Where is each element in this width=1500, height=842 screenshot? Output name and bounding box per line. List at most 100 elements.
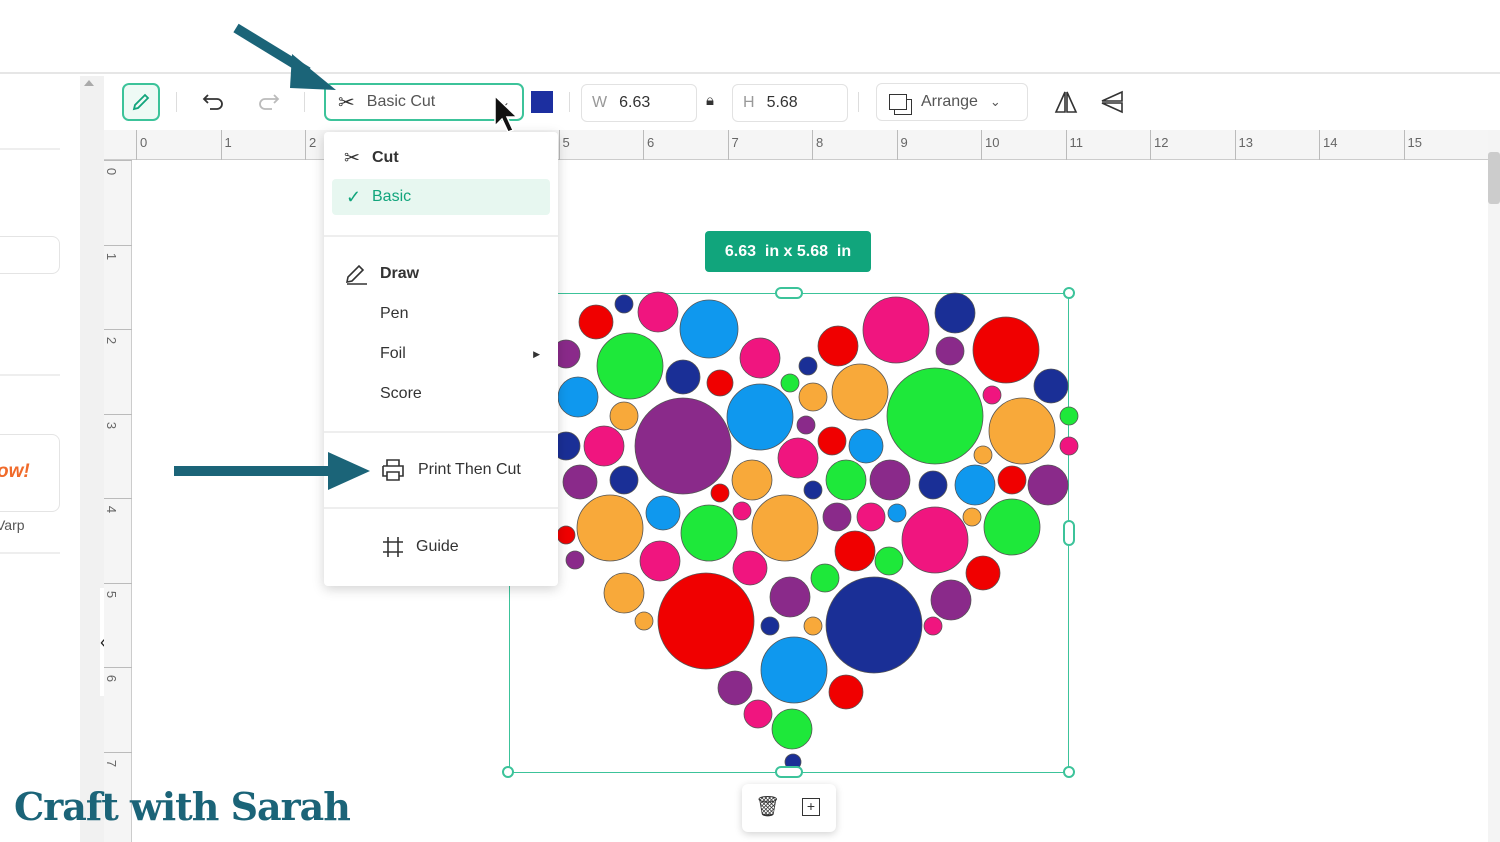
circle-shape[interactable] — [739, 337, 781, 379]
menu-item-foil[interactable]: Foil ▶ — [332, 336, 550, 372]
circle-shape[interactable] — [862, 296, 930, 364]
circle-shape[interactable] — [777, 437, 819, 479]
circle-shape[interactable] — [803, 616, 823, 636]
resize-handle[interactable] — [1063, 520, 1075, 546]
circle-shape[interactable] — [887, 503, 907, 523]
circle-shape[interactable] — [825, 459, 867, 501]
circle-shape[interactable] — [803, 480, 823, 500]
circle-shape[interactable] — [645, 495, 681, 531]
circle-shape[interactable] — [1033, 368, 1069, 404]
delete-icon[interactable]: 🗑︎ — [755, 794, 780, 819]
menu-item-score[interactable]: Score — [332, 376, 550, 412]
circle-shape[interactable] — [614, 294, 634, 314]
circle-shape[interactable] — [901, 506, 969, 574]
resize-handle[interactable] — [502, 766, 514, 778]
menu-item-pen[interactable]: Pen — [332, 296, 550, 332]
circle-shape[interactable] — [780, 373, 800, 393]
circle-shape[interactable] — [751, 494, 819, 562]
circle-shape[interactable] — [665, 359, 701, 395]
resize-handle[interactable] — [1063, 287, 1075, 299]
circle-shape[interactable] — [817, 325, 859, 367]
circle-shape[interactable] — [565, 550, 585, 570]
circle-shape[interactable] — [639, 540, 681, 582]
circle-shape[interactable] — [834, 530, 876, 572]
duplicate-icon[interactable]: + — [802, 798, 820, 816]
circle-shape[interactable] — [609, 401, 639, 431]
circle-shape[interactable] — [810, 563, 840, 593]
circle-shape[interactable] — [743, 699, 773, 729]
circle-shape[interactable] — [962, 507, 982, 527]
circle-shape[interactable] — [657, 572, 755, 670]
circle-shape[interactable] — [886, 367, 984, 465]
circle-shape[interactable] — [935, 336, 965, 366]
resize-handle[interactable] — [1063, 766, 1075, 778]
menu-item-basic[interactable]: ✓ Basic — [332, 179, 550, 215]
circle-shape[interactable] — [637, 291, 679, 333]
circle-shape[interactable] — [680, 504, 738, 562]
circle-shape[interactable] — [848, 428, 884, 464]
circle-shape[interactable] — [706, 369, 734, 397]
circle-shape[interactable] — [732, 550, 768, 586]
menu-item-guide[interactable]: Guide — [332, 529, 550, 565]
circle-shape[interactable] — [556, 525, 576, 545]
circle-shape[interactable] — [634, 397, 732, 495]
resize-handle[interactable] — [775, 766, 803, 778]
circle-shape[interactable] — [822, 502, 852, 532]
circle-shape[interactable] — [934, 292, 976, 334]
circle-shape[interactable] — [769, 576, 811, 618]
circle-shape[interactable] — [965, 555, 1001, 591]
circle-shape[interactable] — [972, 316, 1040, 384]
circle-shape[interactable] — [609, 465, 639, 495]
circle-shape[interactable] — [732, 501, 752, 521]
circle-shape[interactable] — [576, 494, 644, 562]
divider — [324, 431, 558, 433]
circle-shape[interactable] — [726, 383, 794, 451]
circle-shape[interactable] — [988, 397, 1056, 465]
menu-item-label: Pen — [380, 305, 409, 322]
circle-shape[interactable] — [731, 459, 773, 501]
circle-shape[interactable] — [634, 611, 654, 631]
circle-shape[interactable] — [603, 572, 645, 614]
circle-shape[interactable] — [798, 382, 828, 412]
circle-heart-design[interactable] — [0, 0, 1500, 842]
circle-shape[interactable] — [825, 576, 923, 674]
circle-shape[interactable] — [954, 464, 996, 506]
circle-shape[interactable] — [596, 332, 664, 400]
circle-shape[interactable] — [557, 376, 599, 418]
watermark-text: Craft with Sarah — [14, 784, 351, 829]
circle-shape[interactable] — [874, 546, 904, 576]
circle-shape[interactable] — [1059, 406, 1079, 426]
menu-header-cut: ✂ Cut — [332, 140, 550, 176]
circle-shape[interactable] — [817, 426, 847, 456]
circle-shape[interactable] — [982, 385, 1002, 405]
annotation-arrow-icon — [233, 23, 336, 90]
circle-shape[interactable] — [717, 670, 753, 706]
circle-shape[interactable] — [562, 464, 598, 500]
circle-shape[interactable] — [771, 708, 813, 750]
divider — [324, 235, 558, 237]
circle-shape[interactable] — [679, 299, 739, 359]
operation-menu: ✂ Cut ✓ Basic Draw Pen Foil ▶ Score Print… — [324, 132, 558, 586]
mouse-cursor-icon — [494, 94, 519, 133]
circle-shape[interactable] — [760, 616, 780, 636]
circle-shape[interactable] — [760, 636, 828, 704]
circle-shape[interactable] — [828, 674, 864, 710]
circle-shape[interactable] — [578, 304, 614, 340]
resize-handle[interactable] — [775, 287, 803, 299]
circle-shape[interactable] — [918, 470, 948, 500]
circle-shape[interactable] — [869, 459, 911, 501]
circle-shape[interactable] — [831, 363, 889, 421]
circle-shape[interactable] — [710, 483, 730, 503]
menu-header-label: Cut — [372, 149, 399, 166]
circle-shape[interactable] — [1027, 464, 1069, 506]
circle-shape[interactable] — [798, 356, 818, 376]
circle-shape[interactable] — [796, 415, 816, 435]
circle-shape[interactable] — [1059, 436, 1079, 456]
circle-shape[interactable] — [983, 498, 1041, 556]
circle-shape[interactable] — [583, 425, 625, 467]
circle-shape[interactable] — [997, 465, 1027, 495]
circle-shape[interactable] — [856, 502, 886, 532]
circle-shape[interactable] — [973, 445, 993, 465]
circle-shape[interactable] — [930, 579, 972, 621]
circle-shape[interactable] — [923, 616, 943, 636]
